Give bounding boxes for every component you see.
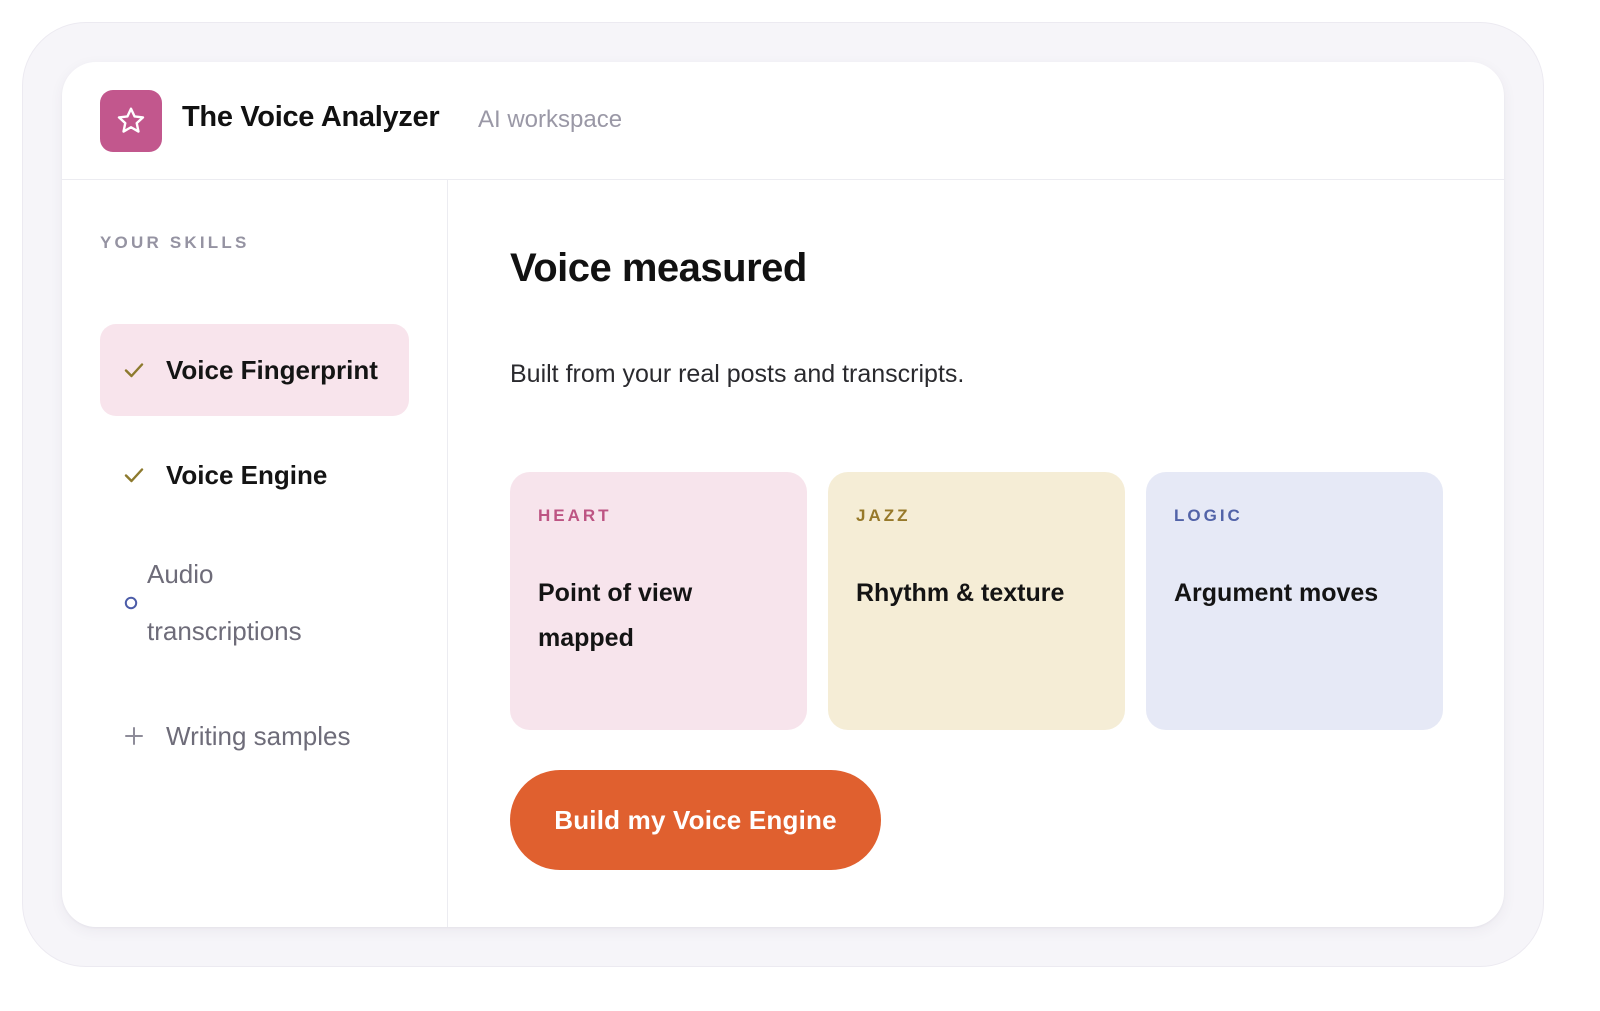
- sidebar-item-voice-fingerprint[interactable]: Voice Fingerprint: [100, 324, 409, 416]
- build-voice-engine-button[interactable]: Build my Voice Engine: [510, 770, 881, 870]
- card-tag: LOGIC: [1174, 506, 1243, 525]
- sidebar-section-label: YOUR SKILLS: [100, 233, 250, 252]
- heart-card: HEART Point of view mapped: [510, 472, 807, 730]
- sidebar-item-audio-transcriptions[interactable]: Audio transcriptions: [120, 546, 400, 660]
- sidebar-item-writing-samples[interactable]: Writing samples: [120, 708, 350, 764]
- app-subtitle: AI workspace: [478, 106, 623, 133]
- jazz-card: JAZZ Rhythm & texture: [828, 472, 1125, 730]
- main-panel: Voice measured Built from your real post…: [448, 180, 1504, 927]
- card-text: Argument moves: [1174, 579, 1379, 607]
- sidebar-item-label: Audio transcriptions: [147, 559, 302, 646]
- check-icon: [120, 356, 148, 384]
- sidebar-item-voice-engine[interactable]: Voice Engine: [120, 430, 327, 520]
- card-tag: JAZZ: [856, 506, 911, 525]
- card-text: Rhythm & texture: [856, 579, 1065, 607]
- sidebar-item-label: Writing samples: [166, 720, 351, 751]
- page-title: Voice measured: [510, 246, 807, 290]
- page-subtitle: Built from your real posts and transcrip…: [510, 360, 965, 388]
- check-icon: [120, 461, 148, 489]
- card-tag: HEART: [538, 506, 612, 525]
- sidebar-item-label: Voice Engine: [166, 459, 328, 490]
- sidebar: YOUR SKILLS Voice Fingerprint Voice Engi…: [62, 180, 448, 927]
- circle-icon: [120, 589, 142, 617]
- star-icon: [117, 107, 145, 133]
- plus-icon: [120, 722, 148, 750]
- app-title: The Voice Analyzer: [182, 101, 440, 133]
- sidebar-item-label: Voice Fingerprint: [166, 354, 378, 385]
- logic-card: LOGIC Argument moves: [1146, 472, 1443, 730]
- app-header: The Voice Analyzer AI workspace: [62, 62, 1504, 180]
- app-logo: [100, 90, 162, 152]
- card-text: Point of view mapped: [538, 579, 693, 652]
- app-window: The Voice Analyzer AI workspace YOUR SKI…: [62, 62, 1504, 927]
